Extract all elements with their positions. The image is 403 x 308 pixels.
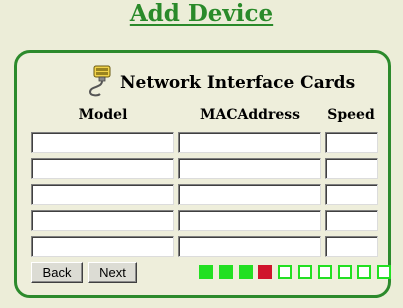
- panel-heading: Network Interface Cards: [120, 73, 356, 93]
- model-input-4[interactable]: [31, 210, 174, 231]
- progress-step-10: [377, 265, 391, 279]
- speed-input-5[interactable]: [325, 236, 378, 257]
- progress-step-8: [338, 265, 352, 279]
- page-title: Add Device: [129, 0, 274, 27]
- model-input-3[interactable]: [31, 184, 174, 205]
- speed-input-3[interactable]: [325, 184, 378, 205]
- speed-input-2[interactable]: [325, 158, 378, 179]
- column-header-model: Model: [78, 107, 128, 123]
- progress-step-5: [278, 265, 292, 279]
- mac-input-2[interactable]: [178, 158, 321, 179]
- mac-input-1[interactable]: [178, 132, 321, 153]
- back-button[interactable]: Back: [31, 262, 83, 283]
- progress-step-9: [357, 265, 371, 279]
- progress-step-4: [258, 265, 272, 279]
- progress-step-7: [318, 265, 332, 279]
- progress-step-1: [199, 265, 213, 279]
- mac-input-3[interactable]: [178, 184, 321, 205]
- progress-step-6: [298, 265, 312, 279]
- model-input-5[interactable]: [31, 236, 174, 257]
- model-input-2[interactable]: [31, 158, 174, 179]
- progress-step-3: [239, 265, 253, 279]
- mac-input-5[interactable]: [178, 236, 321, 257]
- speed-input-1[interactable]: [325, 132, 378, 153]
- next-button[interactable]: Next: [88, 262, 137, 283]
- progress-step-2: [219, 265, 233, 279]
- panel-header: Network Interface Cards: [80, 64, 356, 102]
- speed-input-4[interactable]: [325, 210, 378, 231]
- column-header-speed: Speed: [327, 107, 375, 123]
- mac-input-4[interactable]: [178, 210, 321, 231]
- serial-cable-icon: [80, 64, 114, 102]
- model-input-1[interactable]: [31, 132, 174, 153]
- column-header-macaddress: MACAddress: [200, 107, 300, 123]
